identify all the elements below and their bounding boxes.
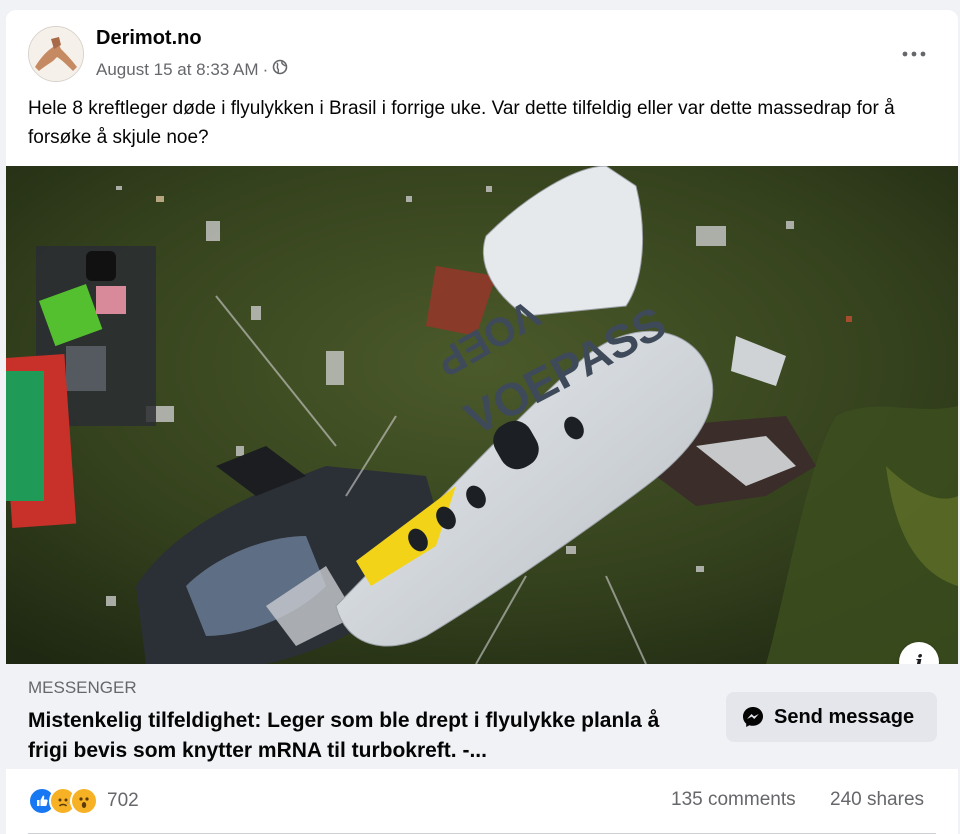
messenger-icon (743, 707, 763, 727)
plane-crash-photo: VOEPASS VOEP (6, 166, 958, 664)
reaction-count: 702 (107, 790, 139, 811)
post-timestamp[interactable]: August 15 at 8:33 AM (96, 60, 259, 80)
reactions-summary[interactable]: 702 (28, 787, 139, 815)
page-name[interactable]: Derimot.no (96, 27, 202, 50)
post-meta: August 15 at 8:33 AM · (96, 59, 288, 80)
globe-icon (272, 59, 288, 80)
wow-icon (70, 787, 98, 815)
link-title[interactable]: Mistenkelig tilfeldighet: Leger som ble … (28, 706, 688, 766)
post-text: Hele 8 kreftleger døde i flyulykken i Br… (28, 98, 895, 148)
engagement-bar: 702 135 comments 240 shares (6, 769, 958, 834)
link-preview[interactable]: MESSENGER Mistenkelig tilfeldighet: Lege… (6, 664, 958, 769)
send-message-button[interactable]: Send message (726, 692, 937, 742)
more-horizontal-icon (902, 51, 926, 57)
link-source: MESSENGER (28, 678, 137, 697)
post-card: Derimot.no August 15 at 8:33 AM · Hele 8… (6, 10, 958, 834)
post-header: Derimot.no August 15 at 8:33 AM · (6, 10, 958, 90)
send-message-label: Send message (774, 705, 915, 728)
page-avatar[interactable] (28, 26, 84, 82)
comments-count-link[interactable]: 135 comments (671, 789, 796, 811)
shares-count-link[interactable]: 240 shares (830, 789, 924, 811)
post-image[interactable]: VOEPASS VOEP (6, 166, 958, 664)
meta-separator: · (262, 59, 269, 79)
more-options-button[interactable] (902, 38, 926, 64)
